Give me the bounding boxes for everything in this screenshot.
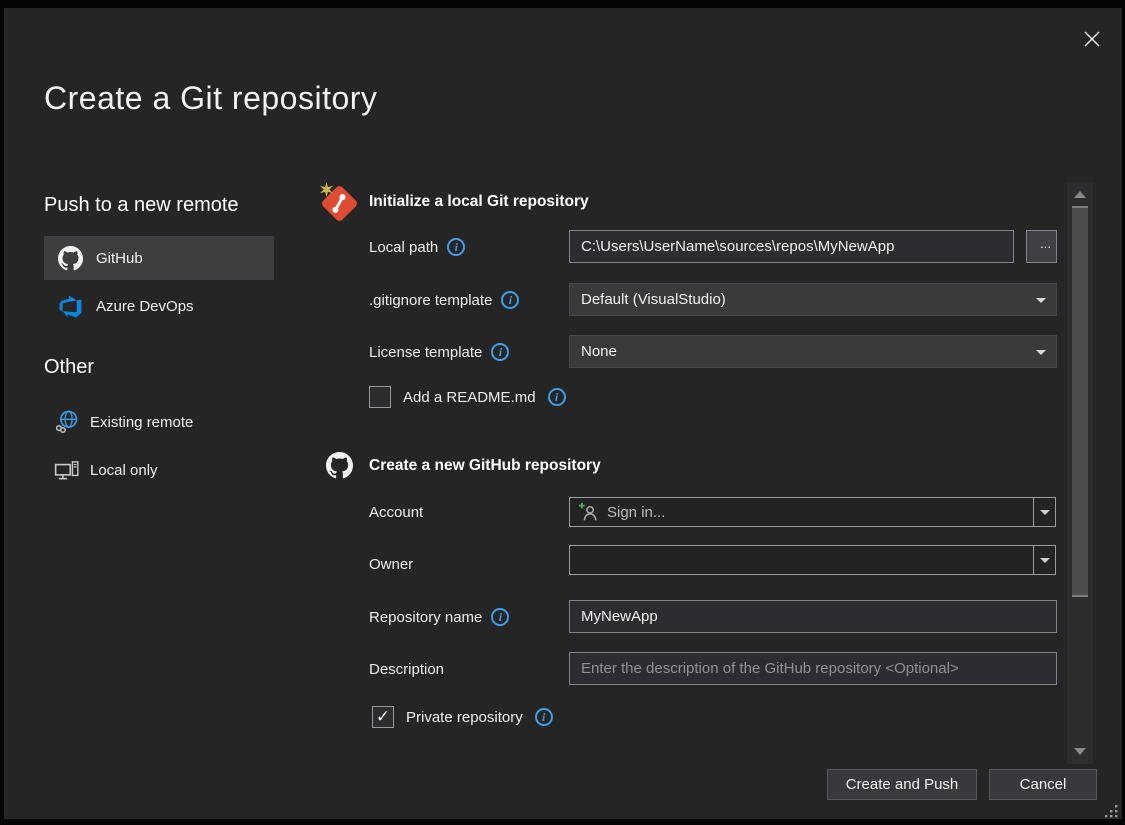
owner-label: Owner	[369, 556, 413, 573]
vertical-scrollbar[interactable]	[1067, 182, 1093, 764]
azure-devops-icon	[58, 294, 83, 319]
account-label-row: Account	[369, 501, 423, 523]
globe-link-icon	[54, 409, 80, 435]
browse-button[interactable]: ...	[1026, 230, 1057, 263]
create-and-push-button[interactable]: Create and Push	[827, 769, 977, 800]
github-icon	[58, 246, 83, 271]
gitignore-value: Default (VisualStudio)	[581, 291, 726, 308]
info-icon[interactable]: i	[491, 608, 509, 626]
close-icon	[1082, 29, 1102, 49]
sidebar-item-github[interactable]: GitHub	[44, 236, 274, 280]
computer-icon	[54, 457, 80, 483]
info-icon[interactable]: i	[535, 708, 553, 726]
resize-grip-icon[interactable]	[1101, 803, 1119, 821]
init-section-header: Initialize a local Git repository	[369, 193, 589, 211]
sidebar-item-label: GitHub	[96, 250, 143, 267]
sidebar-item-label: Local only	[90, 462, 158, 479]
scroll-down-arrow-icon[interactable]	[1074, 748, 1086, 755]
account-combobox[interactable]: Sign in...	[569, 497, 1056, 527]
license-dropdown[interactable]: None	[569, 335, 1057, 368]
description-label-row: Description	[369, 658, 444, 680]
sidebar-item-azure-devops[interactable]: Azure DevOps	[44, 284, 274, 328]
sidebar-item-local-only[interactable]: Local only	[44, 452, 274, 488]
chevron-down-icon	[1036, 298, 1046, 303]
account-label: Account	[369, 504, 423, 521]
repo-name-label: Repository name	[369, 609, 482, 626]
page-title: Create a Git repository	[44, 80, 377, 117]
account-placeholder: Sign in...	[607, 504, 665, 521]
sidebar-item-label: Existing remote	[90, 414, 193, 431]
license-label-row: License template i	[369, 341, 509, 363]
info-icon[interactable]: i	[491, 343, 509, 361]
license-value: None	[581, 343, 617, 360]
description-label: Description	[369, 661, 444, 678]
private-repository-label: Private repository	[406, 709, 523, 726]
scrollbar-thumb[interactable]	[1072, 206, 1088, 597]
github-icon	[326, 452, 353, 479]
info-icon[interactable]: i	[501, 291, 519, 309]
sidebar-item-existing-remote[interactable]: Existing remote	[44, 404, 274, 440]
github-section-header: Create a new GitHub repository	[369, 457, 601, 475]
sign-in-person-icon	[578, 502, 599, 523]
create-git-repository-dialog: Create a Git repository Push to a new re…	[4, 8, 1122, 819]
local-path-label-row: Local path i	[369, 236, 465, 258]
gitignore-dropdown[interactable]: Default (VisualStudio)	[569, 283, 1057, 316]
sidebar-item-label: Azure DevOps	[96, 298, 194, 315]
gitignore-label-row: .gitignore template i	[369, 289, 519, 311]
license-label: License template	[369, 344, 482, 361]
repo-name-input[interactable]	[569, 600, 1057, 633]
local-path-label: Local path	[369, 239, 438, 256]
chevron-down-icon	[1036, 350, 1046, 355]
readme-check-row: Add a README.md i	[369, 386, 566, 408]
private-repository-checkbox[interactable]: ✓	[372, 706, 394, 728]
cancel-button[interactable]: Cancel	[989, 769, 1097, 800]
local-path-input[interactable]	[569, 230, 1014, 263]
other-header: Other	[44, 356, 94, 379]
owner-dropdown-button[interactable]	[1033, 546, 1055, 574]
sparkle-icon	[319, 182, 334, 197]
description-input[interactable]	[569, 652, 1057, 685]
info-icon[interactable]: i	[447, 238, 465, 256]
account-dropdown-button[interactable]	[1033, 498, 1055, 526]
close-button[interactable]	[1074, 22, 1110, 56]
readme-checkbox[interactable]	[369, 386, 391, 408]
owner-label-row: Owner	[369, 553, 413, 575]
owner-combobox[interactable]	[569, 545, 1056, 575]
private-check-row: ✓ Private repository i	[372, 706, 553, 728]
repo-name-label-row: Repository name i	[369, 606, 509, 628]
gitignore-label: .gitignore template	[369, 292, 492, 309]
push-remote-header: Push to a new remote	[44, 194, 239, 217]
scroll-up-arrow-icon[interactable]	[1074, 191, 1086, 198]
info-icon[interactable]: i	[548, 388, 566, 406]
readme-label: Add a README.md	[403, 389, 536, 406]
